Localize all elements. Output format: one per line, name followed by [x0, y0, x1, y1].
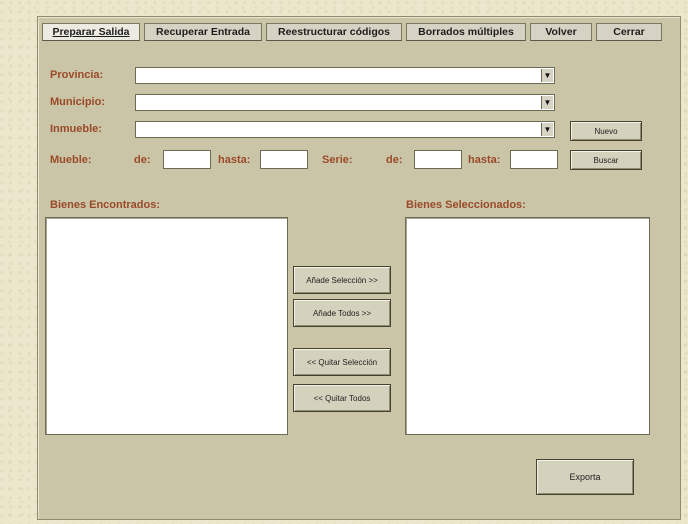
bienes-encontrados-label: Bienes Encontrados: [50, 199, 161, 211]
bienes-seleccionados-label: Bienes Seleccionados: [406, 199, 526, 211]
buscar-button[interactable]: Buscar [570, 150, 642, 170]
serie-de-input[interactable] [414, 150, 462, 169]
tab-volver[interactable]: Volver [530, 23, 592, 41]
municipio-dropdown[interactable]: ▼ [135, 94, 555, 111]
tab-borrados-multiples[interactable]: Borrados múltiples [406, 23, 526, 41]
bienes-encontrados-list[interactable] [45, 217, 288, 435]
serie-hasta-label: hasta: [468, 154, 501, 166]
mueble-label: Mueble: [50, 154, 92, 166]
municipio-label: Municipio: [50, 96, 105, 108]
mueble-de-label: de: [134, 154, 151, 166]
exporta-button[interactable]: Exporta [536, 459, 634, 495]
nuevo-button[interactable]: Nuevo [570, 121, 642, 141]
inmueble-dropdown[interactable]: ▼ [135, 121, 555, 138]
quitar-seleccion-button[interactable]: << Quitar Selección [293, 348, 391, 376]
mueble-hasta-input[interactable] [260, 150, 308, 169]
serie-de-label: de: [386, 154, 403, 166]
mueble-hasta-label: hasta: [218, 154, 251, 166]
main-panel: Preparar Salida Recuperar Entrada Reestr… [37, 16, 681, 520]
serie-hasta-input[interactable] [510, 150, 558, 169]
provincia-dropdown[interactable]: ▼ [135, 67, 555, 84]
tab-recuperar-entrada[interactable]: Recuperar Entrada [144, 23, 262, 41]
bienes-seleccionados-list[interactable] [405, 217, 650, 435]
tab-cerrar[interactable]: Cerrar [596, 23, 662, 41]
tab-reestructurar-codigos[interactable]: Reestructurar códigos [266, 23, 402, 41]
chevron-down-icon[interactable]: ▼ [541, 69, 553, 82]
provincia-label: Provincia: [50, 69, 104, 81]
anade-todos-button[interactable]: Añade Todos >> [293, 299, 391, 327]
chevron-down-icon[interactable]: ▼ [541, 123, 553, 136]
inmueble-label: Inmueble: [50, 123, 102, 135]
chevron-down-icon[interactable]: ▼ [541, 96, 553, 109]
mueble-de-input[interactable] [163, 150, 211, 169]
anade-seleccion-button[interactable]: Añade Selección >> [293, 266, 391, 294]
tab-bar: Preparar Salida Recuperar Entrada Reestr… [42, 23, 662, 43]
quitar-todos-button[interactable]: << Quitar Todos [293, 384, 391, 412]
serie-label: Serie: [322, 154, 353, 166]
tab-preparar-salida[interactable]: Preparar Salida [42, 23, 140, 41]
